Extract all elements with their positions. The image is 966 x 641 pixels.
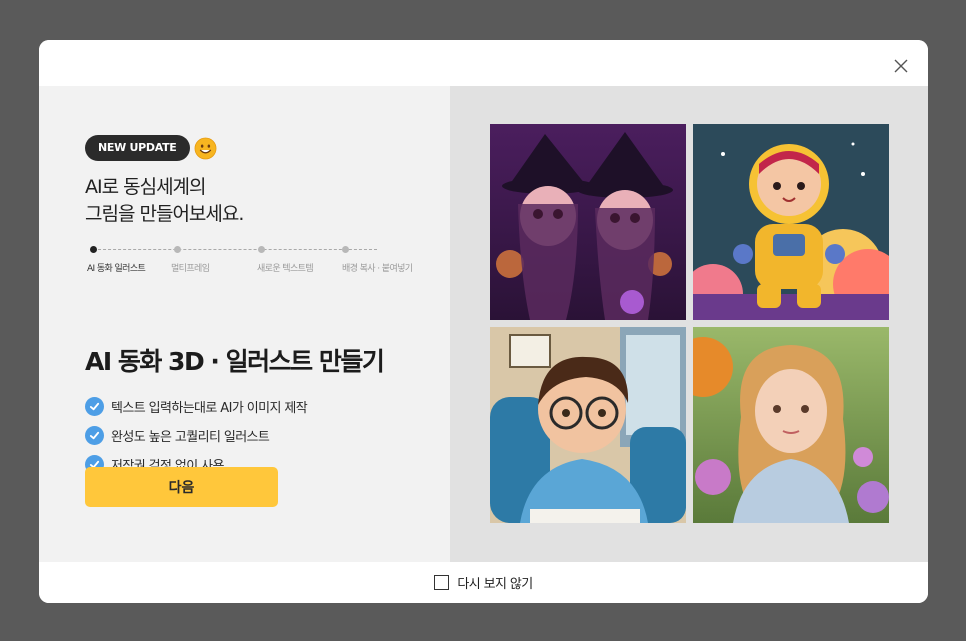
dont-show-again-toggle[interactable]: 다시 보지 않기 <box>434 573 533 592</box>
step-dot-3 <box>258 246 265 253</box>
sample-image-astronaut <box>693 124 889 320</box>
promo-panel: NEW UPDATE AI로 동심세계의 그림을 만들어보세요. AI 동화 일… <box>39 86 450 562</box>
dont-show-again-checkbox[interactable] <box>434 575 450 590</box>
step-track <box>93 249 377 250</box>
update-modal: NEW UPDATE AI로 동심세계의 그림을 만들어보세요. AI 동화 일… <box>39 40 928 603</box>
sample-gallery <box>450 86 928 562</box>
next-button[interactable]: 다음 <box>85 467 278 507</box>
smiley-icon <box>194 137 216 159</box>
feature-item: 완성도 높은 고퀄리티 일러스트 <box>85 421 307 450</box>
sample-image-witches <box>490 124 686 320</box>
feature-text: 완성도 높은 고퀄리티 일러스트 <box>111 430 270 445</box>
sample-image-girl <box>693 327 889 523</box>
check-circle-icon <box>85 426 104 445</box>
step-label-4[interactable]: 배경 복사 · 붙여넣기 <box>342 261 413 274</box>
feature-item: 텍스트 입력하는대로 AI가 이미지 제작 <box>85 392 308 421</box>
sample-image-boy <box>490 327 686 523</box>
headline-line-1: AI로 동심세계의 <box>85 176 207 198</box>
feature-title: AI 동화 3D · 일러스트 만들기 <box>85 347 385 376</box>
close-button[interactable] <box>894 59 908 73</box>
badge-row: NEW UPDATE <box>85 135 217 161</box>
step-label-2[interactable]: 멀티프레임 <box>171 261 210 274</box>
step-dot-4 <box>342 246 349 253</box>
headline: AI로 동심세계의 그림을 만들어보세요. <box>85 174 385 228</box>
step-dot-2 <box>174 246 181 253</box>
close-icon <box>894 59 908 73</box>
dont-show-again-label[interactable]: 다시 보지 않기 <box>457 573 533 592</box>
step-label-1[interactable]: AI 동화 일러스트 <box>87 261 146 274</box>
step-dot-1 <box>90 246 97 253</box>
feature-text: 텍스트 입력하는대로 AI가 이미지 제작 <box>111 401 308 416</box>
step-indicator: AI 동화 일러스트 멀티프레임 새로운 텍스트템 배경 복사 · 붙여넣기 <box>87 243 427 274</box>
modal-header <box>39 40 928 86</box>
feature-list: 텍스트 입력하는대로 AI가 이미지 제작 완성도 높은 고퀄리티 일러스트 저… <box>85 392 308 479</box>
image-grid <box>490 124 889 523</box>
headline-line-2: 그림을 만들어보세요. <box>85 203 244 225</box>
new-update-badge: NEW UPDATE <box>85 135 190 161</box>
modal-footer: 다시 보지 않기 <box>39 562 928 603</box>
check-circle-icon <box>85 397 104 416</box>
step-label-3[interactable]: 새로운 텍스트템 <box>257 261 314 274</box>
